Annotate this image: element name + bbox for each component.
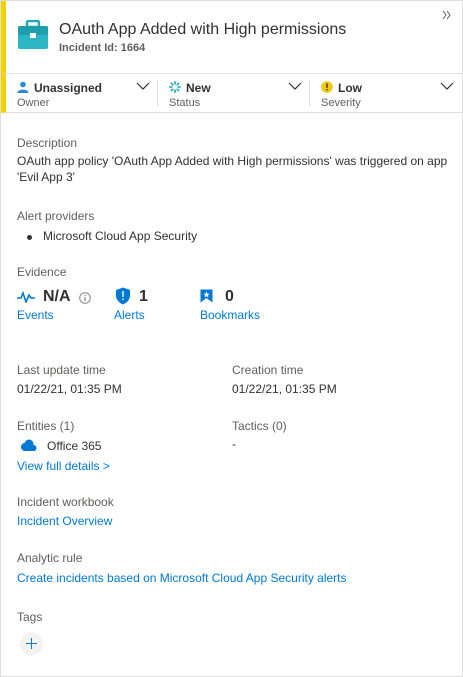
pulse-icon xyxy=(17,291,35,303)
bookmarks-link[interactable]: Bookmarks xyxy=(200,308,260,322)
entities-label: Entities (1) xyxy=(17,419,75,433)
bullet xyxy=(27,235,32,240)
tactics-label: Tactics (0) xyxy=(232,419,287,433)
owner-label: Owner xyxy=(17,97,50,109)
chevron-down-icon xyxy=(136,82,150,90)
warning-circle-icon xyxy=(321,81,333,93)
severity-value: Low xyxy=(338,81,362,95)
incident-title: OAuth App Added with High permissions xyxy=(59,21,347,38)
alert-providers-label: Alert providers xyxy=(17,209,95,223)
last-update-label: Last update time xyxy=(17,363,106,377)
briefcase-icon xyxy=(18,20,48,49)
incident-panel: OAuth App Added with High permissions In… xyxy=(0,0,463,677)
status-label: Status xyxy=(169,97,201,109)
bookmark-icon xyxy=(200,289,213,303)
tags-label: Tags xyxy=(17,610,43,624)
incident-id: Incident Id: 1664 xyxy=(59,42,146,54)
evidence-label: Evidence xyxy=(17,265,67,279)
chevron-down-icon xyxy=(288,82,302,90)
creation-time-value: 01/22/21, 01:35 PM xyxy=(232,382,337,396)
info-icon[interactable] xyxy=(79,292,91,304)
double-chevron-right-icon[interactable] xyxy=(442,10,452,20)
incident-header: OAuth App Added with High permissions In… xyxy=(1,1,462,73)
bookmarks-count: 0 xyxy=(225,288,234,305)
plus-icon[interactable] xyxy=(20,632,43,655)
alert-provider-item: Microsoft Cloud App Security xyxy=(43,229,198,243)
alerts-link[interactable]: Alerts xyxy=(114,308,145,322)
analytic-rule-link[interactable]: Create incidents based on Microsoft Clou… xyxy=(17,571,347,585)
status-value: New xyxy=(186,81,211,95)
chevron-down-icon xyxy=(440,82,454,90)
description-label: Description xyxy=(17,136,78,150)
status-dropdown[interactable]: New Status xyxy=(158,74,308,112)
owner-value: Unassigned xyxy=(34,81,103,95)
view-full-details-link[interactable]: View full details > xyxy=(17,459,110,473)
description-text: OAuth app policy 'OAuth App Added with H… xyxy=(17,154,448,184)
entity-item: Office 365 xyxy=(47,439,102,453)
owner-dropdown[interactable]: Unassigned Owner xyxy=(6,74,156,112)
severity-dropdown[interactable]: Low Severity xyxy=(310,74,462,112)
status-bar: Unassigned Owner New Status Low Severity xyxy=(1,73,462,113)
shield-icon xyxy=(116,287,130,305)
incident-workbook-label: Incident workbook xyxy=(17,495,114,509)
person-icon xyxy=(17,81,29,93)
analytic-rule-label: Analytic rule xyxy=(17,551,83,565)
last-update-value: 01/22/21, 01:35 PM xyxy=(17,382,122,396)
events-count: N/A xyxy=(43,288,71,305)
events-link[interactable]: Events xyxy=(17,308,54,322)
incident-overview-link[interactable]: Incident Overview xyxy=(17,514,112,528)
creation-time-label: Creation time xyxy=(232,363,304,377)
severity-label: Severity xyxy=(321,97,361,109)
spinner-icon xyxy=(169,81,181,93)
tactics-value: - xyxy=(232,437,236,451)
cloud-icon xyxy=(21,439,37,451)
alerts-count: 1 xyxy=(139,288,148,305)
